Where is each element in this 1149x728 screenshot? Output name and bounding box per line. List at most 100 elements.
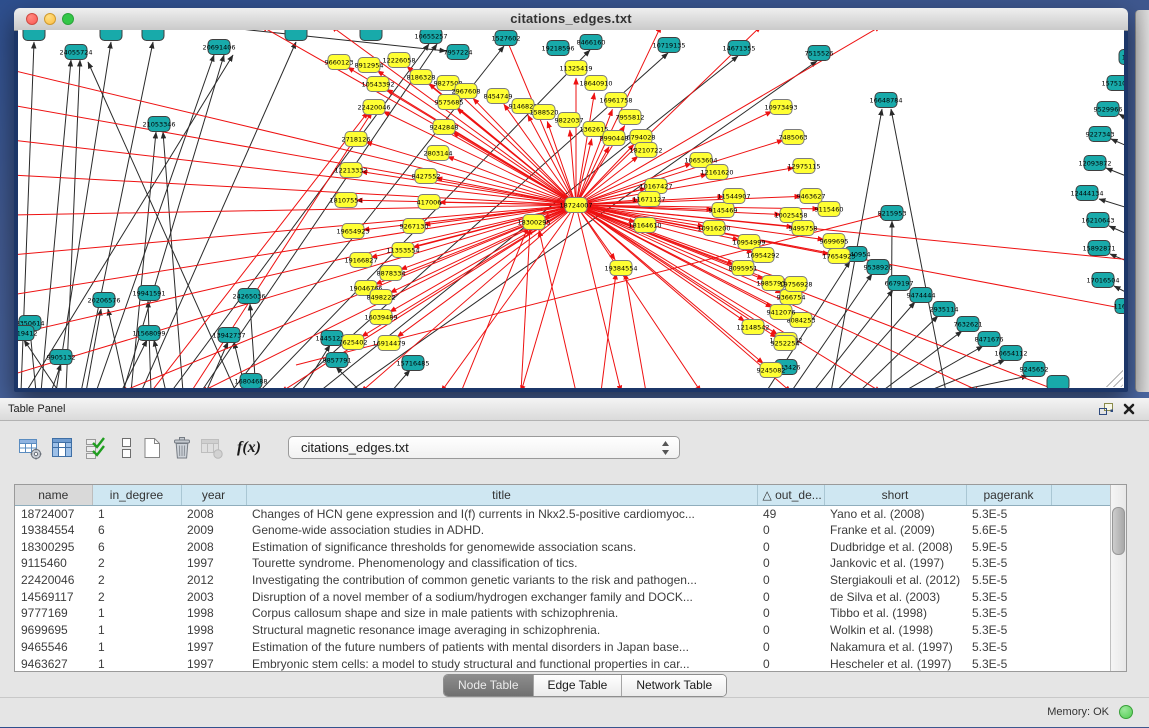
network-node[interactable]: 9538926 — [864, 260, 893, 275]
network-node[interactable]: 8498222 — [367, 290, 396, 305]
network-node[interactable]: 10655257 — [414, 30, 447, 44]
table-row[interactable]: 977716911998Corpus callosum shape and si… — [15, 605, 1111, 622]
network-node[interactable]: 7625402 — [339, 335, 368, 350]
network-node[interactable]: 12226058 — [382, 53, 415, 68]
network-node[interactable]: 9227343 — [1086, 127, 1115, 142]
select-all-rows-icon[interactable] — [82, 434, 110, 462]
table-settings-icon[interactable] — [16, 434, 44, 462]
network-node[interactable]: 16648784 — [869, 93, 902, 108]
network-node[interactable]: 8912954 — [355, 58, 384, 73]
network-node[interactable]: 2935114 — [930, 302, 959, 317]
network-node[interactable]: 9412076 — [767, 305, 796, 320]
network-node[interactable] — [100, 30, 122, 41]
network-node[interactable]: 1112 — [1119, 50, 1124, 65]
table-row[interactable]: 911546021997Tourette syndrome. Phenomeno… — [15, 555, 1111, 572]
close-panel-icon[interactable] — [1122, 402, 1136, 416]
function-builder-icon[interactable]: f(x) — [232, 434, 266, 462]
network-graph[interactable]: 1872400724055724206914061065525715276028… — [18, 30, 1124, 388]
network-node[interactable]: 15751074 — [1101, 76, 1124, 91]
table-row[interactable]: 2242004622012Investigating the contribut… — [15, 572, 1111, 589]
network-node[interactable]: 8466160 — [577, 35, 606, 50]
tab-network-table[interactable]: Network Table — [622, 675, 726, 696]
network-node[interactable]: 14671355 — [722, 41, 755, 56]
show-columns-icon[interactable] — [48, 434, 76, 462]
tab-edge-table[interactable]: Edge Table — [534, 675, 623, 696]
network-node[interactable]: 7632621 — [954, 317, 983, 332]
table-row[interactable]: 1830029562008Estimation of significance … — [15, 538, 1111, 555]
network-node[interactable]: 8471676 — [975, 332, 1004, 347]
network-node[interactable]: 9252254 — [771, 336, 800, 351]
network-node[interactable]: 2803144 — [424, 146, 453, 161]
network-node[interactable] — [285, 30, 307, 41]
network-node[interactable]: 7515526 — [805, 46, 834, 61]
network-node[interactable]: 8454749 — [484, 89, 513, 104]
network-node[interactable]: 9145469 — [709, 203, 738, 218]
network-node[interactable]: 16804688 — [234, 374, 267, 389]
network-node[interactable]: 12975115 — [787, 159, 820, 174]
network-node[interactable]: 9474444 — [907, 288, 936, 303]
network-node[interactable]: 10654112 — [994, 346, 1027, 361]
network-node[interactable]: 16039489 — [364, 310, 397, 325]
table-row[interactable]: 946554611997Estimation of the future num… — [15, 639, 1111, 656]
network-node[interactable]: 11325419 — [559, 61, 592, 76]
network-node[interactable]: 24265036 — [232, 289, 265, 304]
network-node[interactable]: 9699695 — [820, 234, 849, 249]
network-canvas[interactable]: 1872400724055724206914061065525715276028… — [18, 30, 1124, 388]
network-node[interactable]: 8186328 — [407, 70, 436, 85]
network-node[interactable]: 9905132 — [47, 350, 76, 365]
network-node[interactable]: 9660123 — [325, 55, 354, 70]
row-height-icon[interactable] — [112, 434, 140, 462]
column-header-title[interactable]: title — [246, 485, 757, 505]
network-node[interactable] — [360, 30, 382, 41]
network-node[interactable]: 12148542 — [736, 320, 769, 335]
network-node[interactable]: 15892871 — [1082, 241, 1115, 256]
network-node[interactable]: 9245082 — [757, 363, 786, 378]
network-node[interactable]: 9575685 — [435, 95, 464, 110]
network-window-titlebar[interactable]: citations_edges.txt — [14, 8, 1128, 31]
network-node[interactable]: 19941591 — [132, 286, 165, 301]
network-node[interactable]: 10719135 — [652, 38, 685, 53]
network-node[interactable]: 19166827 — [344, 253, 377, 268]
network-node[interactable]: 7957224 — [444, 45, 473, 60]
scrollbar-thumb[interactable] — [1112, 507, 1125, 555]
table-selector-dropdown[interactable]: citations_edges.txt — [288, 436, 680, 459]
delete-table-icon[interactable] — [168, 434, 196, 462]
network-node[interactable]: 11544907 — [717, 189, 750, 204]
create-table-icon[interactable] — [138, 434, 166, 462]
network-node[interactable]: 8427552 — [412, 169, 441, 184]
network-node[interactable]: 20206576 — [87, 293, 120, 308]
table-row[interactable]: 946362711997Embryonic stem cells: a mode… — [15, 655, 1111, 672]
column-header-pagerank[interactable]: pagerank — [966, 485, 1051, 505]
network-node[interactable]: 2718126 — [342, 132, 371, 147]
network-node[interactable]: 19384554 — [604, 261, 637, 276]
table-row[interactable]: 1938455462009Genome-wide association stu… — [15, 522, 1111, 539]
network-node[interactable]: 8990448 — [600, 131, 629, 146]
column-header-short[interactable]: short — [824, 485, 966, 505]
float-panel-icon[interactable] — [1098, 402, 1114, 416]
network-node[interactable]: 116753 — [1114, 299, 1124, 314]
table-row[interactable]: 969969511998Structural magnetic resonanc… — [15, 622, 1111, 639]
network-node[interactable] — [1047, 376, 1069, 389]
network-node[interactable]: 9245652 — [1020, 362, 1049, 377]
network-node[interactable]: 8878334 — [377, 266, 406, 281]
column-header-in-degree[interactable]: in_degree — [92, 485, 181, 505]
network-node[interactable]: 20691406 — [202, 40, 235, 55]
network-node[interactable]: 17016504 — [1086, 273, 1119, 288]
network-node[interactable]: 9529966 — [1094, 102, 1123, 117]
column-header-name[interactable]: name — [15, 485, 92, 505]
table-scrollbar[interactable] — [1110, 485, 1126, 671]
network-node[interactable]: 9267130 — [400, 219, 429, 234]
table-row[interactable]: 1456911722003Disruption of a novel membe… — [15, 588, 1111, 605]
network-node[interactable]: 12444134 — [1070, 186, 1103, 201]
network-node[interactable]: 15716485 — [396, 356, 429, 371]
network-node[interactable]: 24055724 — [59, 45, 92, 60]
network-node[interactable] — [23, 30, 45, 41]
network-node[interactable]: 9115460 — [815, 202, 844, 217]
table-row[interactable]: 1872400712008Changes of HCN gene express… — [15, 505, 1111, 522]
network-node[interactable]: 1527602 — [492, 31, 521, 46]
network-node[interactable]: 16961758 — [599, 93, 632, 108]
tab-node-table[interactable]: Node Table — [444, 675, 534, 696]
network-node[interactable]: 18640910 — [579, 76, 612, 91]
column-header-out-de-[interactable]: △ out_de... — [757, 485, 824, 505]
network-node[interactable]: 9242848 — [430, 120, 459, 135]
